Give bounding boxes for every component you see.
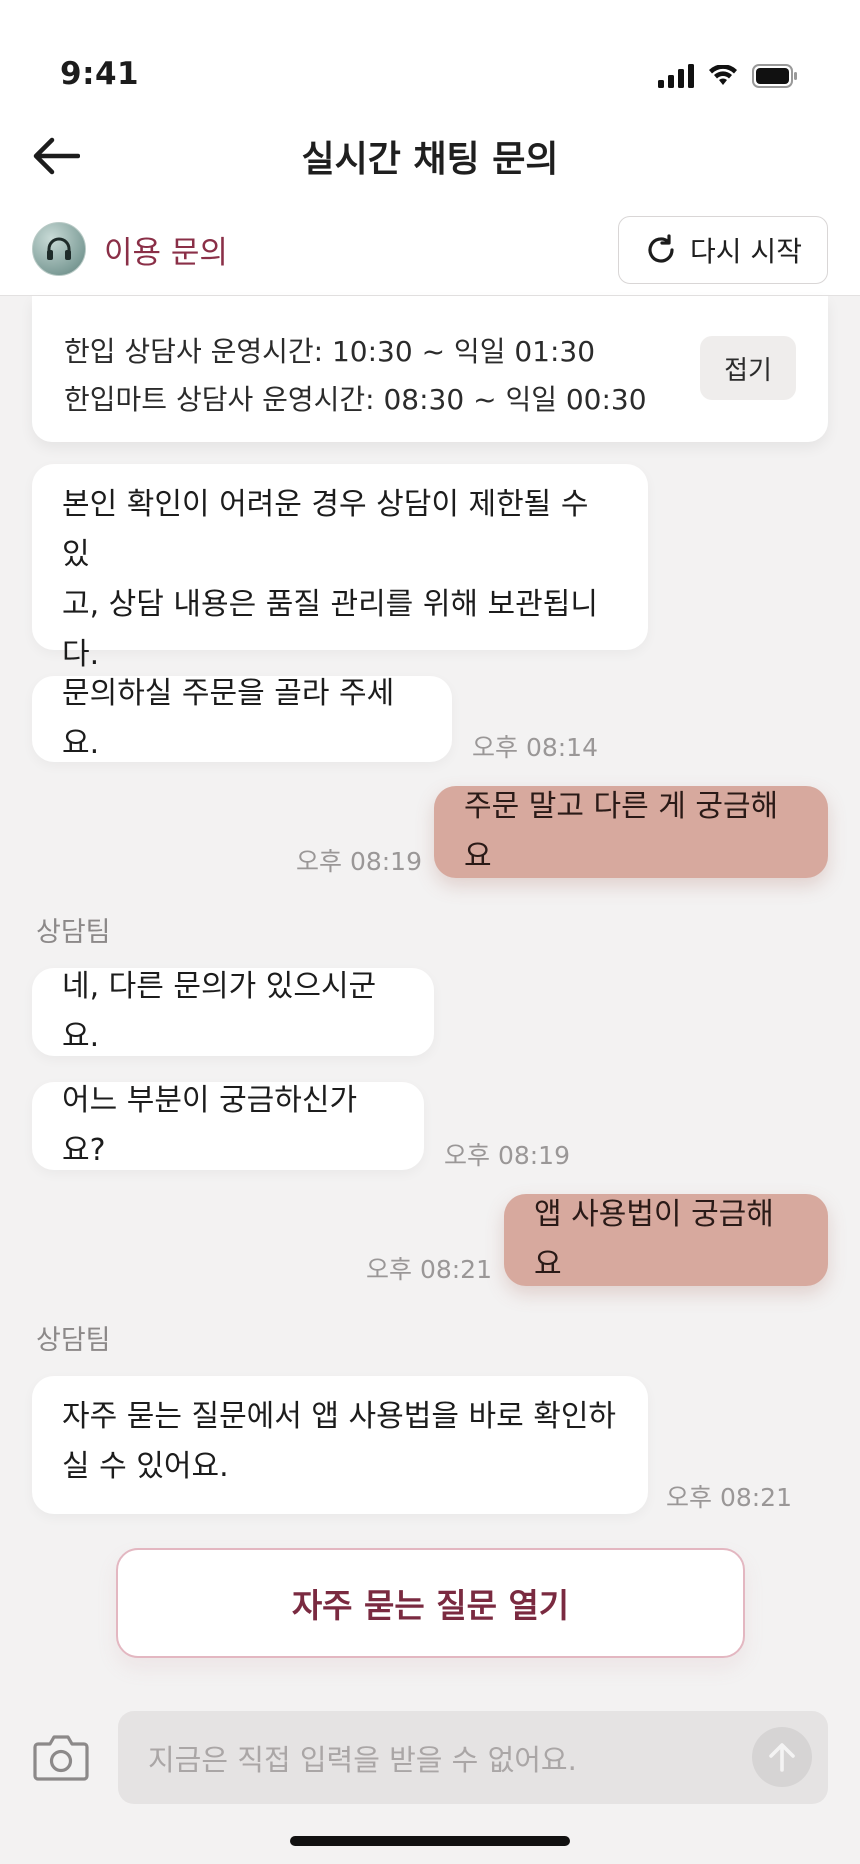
- operating-hours-line: 한입 상담사 운영시간: 10:30 ~ 익일 01:30: [64, 335, 596, 368]
- message-line: 실 수 있어요.: [62, 1449, 229, 1484]
- chat-topic: 이용 문의: [32, 222, 228, 276]
- topic-label: 이용 문의: [104, 234, 228, 271]
- restart-button[interactable]: 다시 시작: [618, 216, 828, 284]
- open-faq-button[interactable]: 자주 묻는 질문 열기: [116, 1548, 745, 1658]
- message-input[interactable]: 지금은 직접 입력을 받을 수 없어요.: [118, 1711, 828, 1804]
- camera-button[interactable]: [32, 1732, 90, 1782]
- send-button[interactable]: [752, 1727, 812, 1787]
- operating-hours-line: 한입마트 상담사 운영시간: 08:30 ~ 익일 00:30: [64, 383, 647, 416]
- agent-message: 네, 다른 문의가 있으시군요.: [32, 968, 434, 1056]
- page-title: 실시간 채팅 문의: [301, 139, 559, 180]
- agent-message: 자주 묻는 질문에서 앱 사용법을 바로 확인하 실 수 있어요.: [32, 1376, 648, 1514]
- signal-icon: [658, 64, 694, 88]
- send-arrow-icon: [769, 1743, 795, 1772]
- headset-icon: [47, 237, 71, 260]
- battery-icon: [752, 64, 797, 88]
- sender-label: 상담팀: [36, 1325, 111, 1356]
- camera-icon: [33, 1735, 89, 1781]
- operating-hours-card: 한입 상담사 운영시간: 10:30 ~ 익일 01:30 한입마트 상담사 운…: [32, 296, 828, 442]
- message-time: 오후 08:19: [296, 847, 422, 876]
- agent-message: 어느 부분이 궁금하신가요?: [32, 1082, 424, 1170]
- sender-label: 상담팀: [36, 917, 111, 948]
- message-line: 고, 상담 내용은 품질 관리를 위해 보관됩니: [62, 587, 598, 622]
- restart-label: 다시 시작: [690, 235, 802, 268]
- input-placeholder: 지금은 직접 입력을 받을 수 없어요.: [148, 1743, 577, 1777]
- message-line: 자주 묻는 질문에서 앱 사용법을 바로 확인하: [62, 1399, 617, 1434]
- user-message: 주문 말고 다른 게 궁금해요: [434, 786, 828, 878]
- refresh-icon: [648, 234, 674, 263]
- wifi-icon: [709, 65, 737, 85]
- avatar: [32, 222, 86, 276]
- message-time: 오후 08:14: [472, 733, 598, 762]
- message-time: 오후 08:21: [366, 1255, 492, 1284]
- header: 9:41 실시간 채팅 문의 이용 문의 다시 시작: [0, 0, 860, 296]
- status-time: 9:41: [60, 56, 140, 92]
- message-line: 본인 확인이 어려운 경우 상담이 제한될 수 있: [62, 487, 589, 572]
- home-indicator: [290, 1836, 570, 1846]
- fold-button[interactable]: 접기: [700, 336, 796, 400]
- status-icons: [658, 64, 798, 88]
- message-time: 오후 08:19: [444, 1141, 570, 1170]
- message-time: 오후 08:21: [666, 1483, 792, 1512]
- user-message: 앱 사용법이 궁금해요: [504, 1194, 828, 1286]
- agent-message: 문의하실 주문을 골라 주세요.: [32, 676, 452, 762]
- agent-message: 본인 확인이 어려운 경우 상담이 제한될 수 있 고, 상담 내용은 품질 관…: [32, 464, 648, 672]
